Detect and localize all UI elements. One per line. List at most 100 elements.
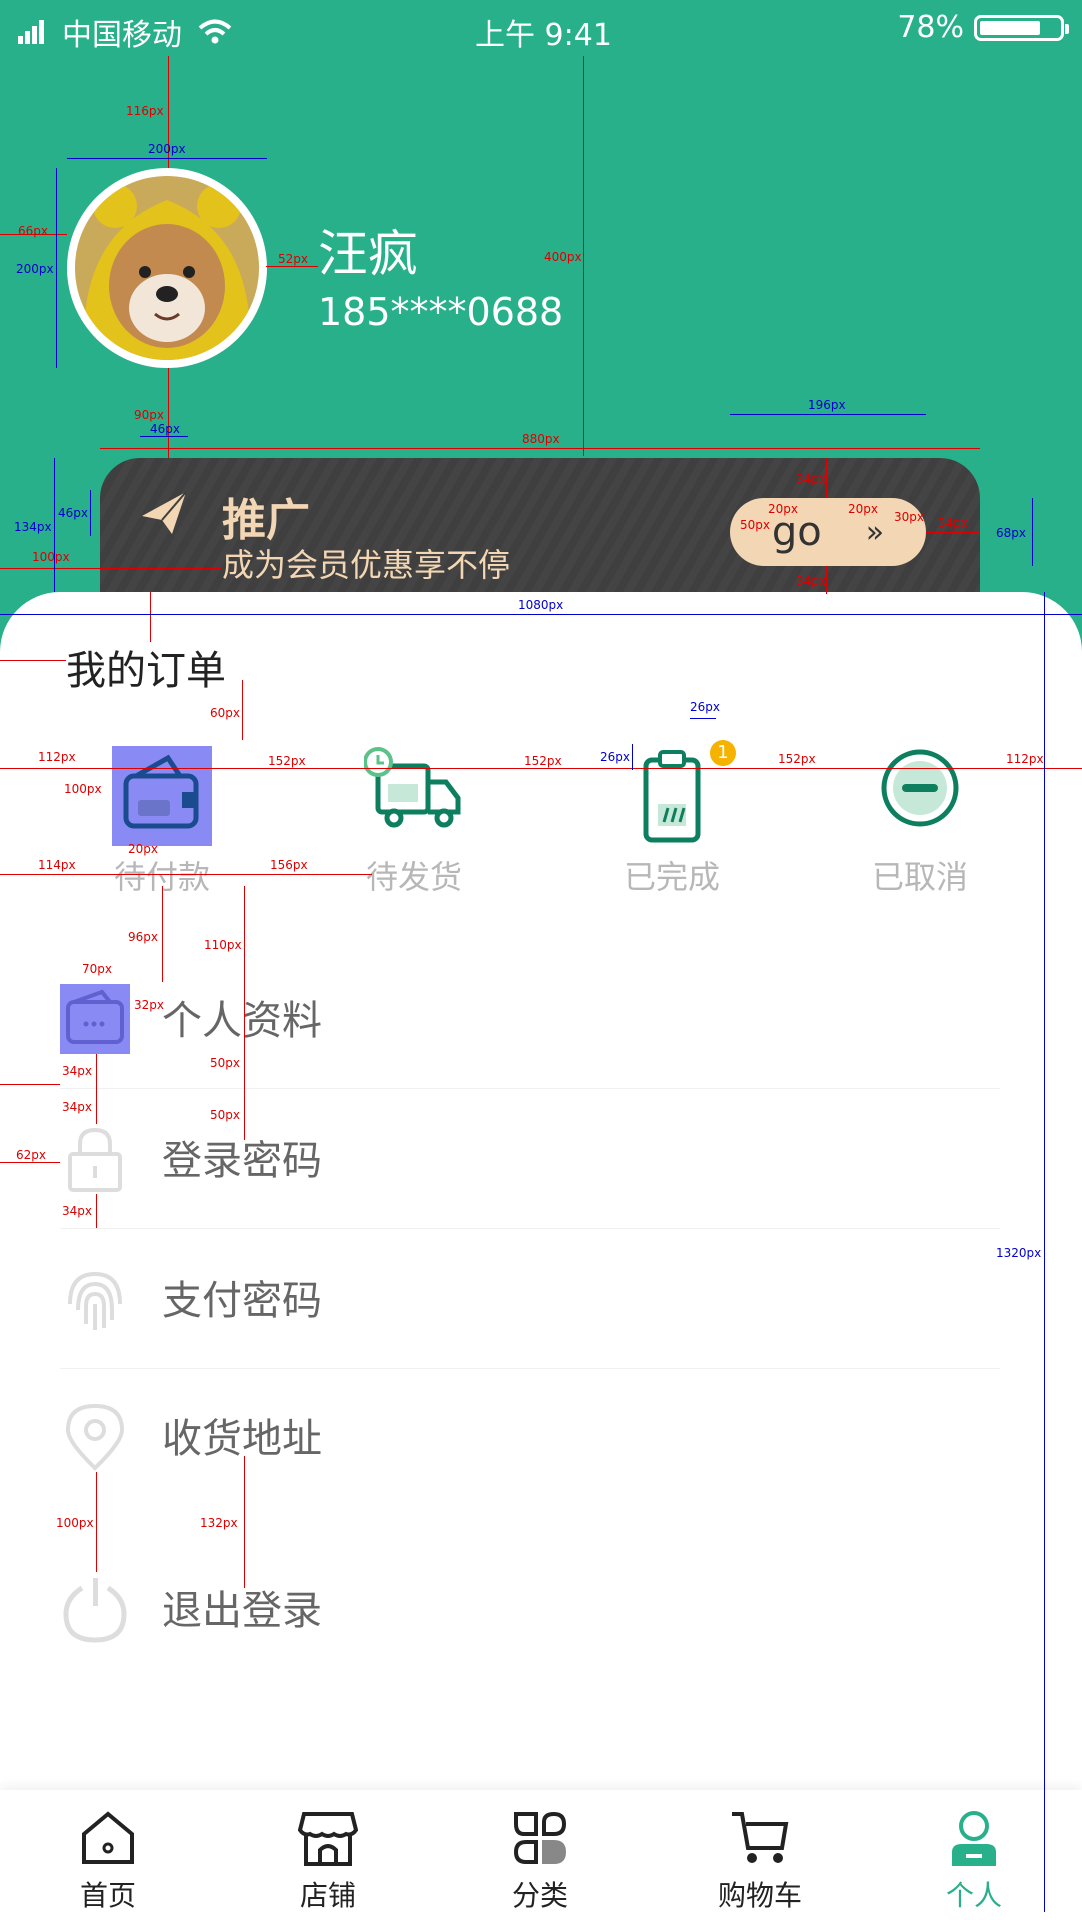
double-chevron-right-icon: »	[865, 514, 885, 550]
menu-item-profile[interactable]: 个人资料	[60, 950, 1000, 1090]
tab-bar: 首页 店铺 分类 购物车 个人	[0, 1790, 1082, 1920]
avatar[interactable]	[67, 168, 267, 368]
annotation-label: 50px	[740, 518, 770, 532]
annotation-label: 68px	[996, 526, 1026, 540]
annotation-label: 62px	[16, 1148, 46, 1162]
annotation-label: 52px	[278, 252, 308, 266]
annotation-label: 34px	[796, 574, 826, 588]
tab-home[interactable]: 首页	[0, 1790, 216, 1920]
annotation-label: 100px	[32, 550, 70, 564]
wallet-icon	[60, 984, 130, 1054]
annotation-label: 50px	[210, 1056, 240, 1070]
menu-item-payment-password[interactable]: 支付密码	[60, 1230, 1000, 1370]
wifi-icon	[198, 19, 232, 44]
annotation-label: 54px	[938, 516, 968, 530]
order-completed[interactable]: 1 已完成	[592, 740, 752, 906]
menu-label: 支付密码	[162, 1278, 322, 1324]
annotation-label: 96px	[128, 930, 158, 944]
annotation-label: 112px	[1006, 752, 1044, 766]
menu-item-login-password[interactable]: 登录密码	[60, 1090, 1000, 1230]
annotation-label: 30px	[894, 510, 924, 524]
lock-icon	[68, 1127, 122, 1192]
annotation-label: 20px	[768, 502, 798, 516]
annotation-label: 152px	[778, 752, 816, 766]
fingerprint-icon	[68, 1271, 122, 1330]
annotation-label: 100px	[64, 782, 102, 796]
annotation-label: 60px	[210, 706, 240, 720]
annotation-label: 1320px	[996, 1246, 1042, 1260]
annotation-label: 34px	[62, 1100, 92, 1114]
delivery-truck-icon	[364, 747, 461, 828]
tab-cart[interactable]: 购物车	[652, 1790, 868, 1920]
annotation-label: 110px	[204, 938, 242, 952]
cart-icon	[732, 1812, 789, 1863]
annotation-label: 70px	[82, 962, 112, 976]
clock: 上午 9:41	[475, 18, 612, 53]
annotation-label: 152px	[268, 754, 306, 768]
avatar-image	[75, 176, 259, 360]
power-icon	[63, 1578, 127, 1643]
annotation-label: 114px	[38, 858, 76, 872]
annotation-label: 196px	[808, 398, 846, 412]
divider	[60, 1088, 1000, 1089]
order-awaiting-shipment[interactable]: 待发货	[334, 746, 494, 906]
status-bar: 中国移动 上午 9:41 78%	[0, 0, 1082, 56]
category-icon	[513, 1811, 567, 1864]
annotation-label: 34px	[62, 1204, 92, 1218]
annotation-label: 46px	[150, 422, 180, 436]
tab-store[interactable]: 店铺	[220, 1790, 436, 1920]
battery-percent: 78%	[897, 10, 964, 45]
user-name: 汪疯	[318, 225, 418, 283]
menu-item-address[interactable]: 收货地址	[60, 1368, 1000, 1508]
divider	[60, 1228, 1000, 1229]
order-label: 已完成	[623, 858, 720, 896]
annotation-label: 200px	[148, 142, 186, 156]
home-icon	[82, 1811, 134, 1864]
tab-label: 个人	[945, 1879, 1002, 1912]
annotation-label: 34px	[796, 472, 826, 486]
tab-label: 分类	[511, 1879, 568, 1912]
tab-category[interactable]: 分类	[432, 1790, 648, 1920]
location-icon	[65, 1403, 125, 1471]
menu-label: 收货地址	[162, 1416, 322, 1462]
order-badge: 1	[710, 740, 736, 766]
annotation-label: 20px	[848, 502, 878, 516]
annotation-label: 32px	[134, 998, 164, 1012]
menu-label: 个人资料	[162, 998, 322, 1044]
user-phone: 185****0688	[318, 290, 564, 334]
annotation-label: 880px	[522, 432, 560, 446]
promo-title: 推广	[222, 495, 310, 546]
annotation-label: 116px	[126, 104, 164, 118]
menu-item-logout[interactable]: 退出登录	[60, 1540, 1000, 1680]
order-pending-payment[interactable]: 待付款	[82, 746, 242, 906]
annotation-label: 34px	[62, 1064, 92, 1078]
promo-subtitle: 成为会员优惠享不停	[222, 546, 511, 584]
battery-icon	[974, 14, 1069, 41]
dog-avatar-icon	[75, 176, 259, 360]
annotation-label: 112px	[38, 750, 76, 764]
minus-circle-icon	[881, 749, 959, 827]
promo-go-button[interactable]: go »	[730, 498, 926, 566]
annotation-label: 400px	[544, 250, 582, 264]
annotation-label: 100px	[56, 1516, 94, 1530]
annotation-label: 46px	[58, 506, 88, 520]
signal-icon	[18, 20, 44, 44]
order-cancelled[interactable]: 已取消	[840, 746, 1000, 906]
menu-label: 退出登录	[162, 1588, 322, 1634]
carrier-label: 中国移动	[62, 18, 182, 53]
tab-personal[interactable]: 个人	[866, 1790, 1082, 1920]
annotation-label: 132px	[200, 1516, 238, 1530]
clipboard-icon	[643, 750, 701, 843]
annotation-label: 156px	[270, 858, 308, 872]
annotation-label: 152px	[524, 754, 562, 768]
annotation-label: 90px	[134, 408, 164, 422]
order-label: 已取消	[871, 858, 968, 896]
annotation-label: 20px	[128, 842, 158, 856]
orders-title: 我的订单	[66, 648, 226, 694]
annotation-label: 26px	[600, 750, 630, 764]
battery-level	[980, 20, 1040, 35]
tab-label: 店铺	[299, 1879, 356, 1912]
order-label: 待发货	[365, 858, 462, 896]
paper-plane-icon	[142, 491, 187, 534]
wallet-icon	[112, 746, 212, 846]
